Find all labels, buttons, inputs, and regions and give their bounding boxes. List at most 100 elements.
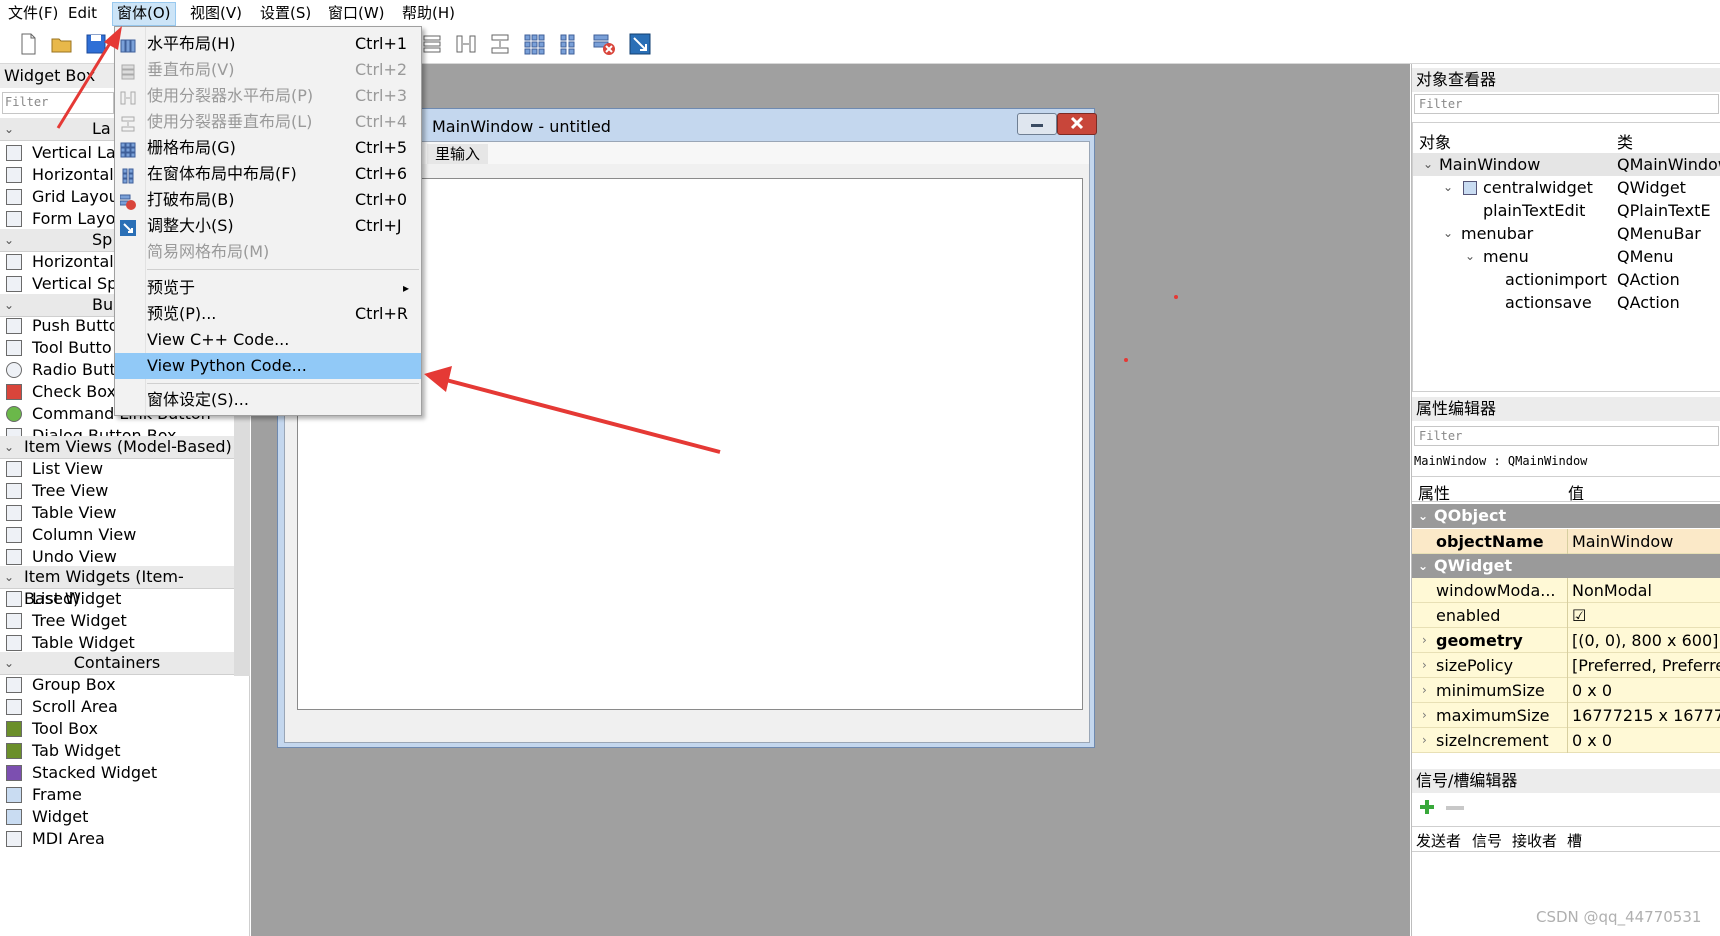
column-object: 对象 <box>1419 133 1452 152</box>
widget-frame[interactable]: Frame <box>0 784 234 806</box>
widget-tree-view[interactable]: Tree View <box>0 480 234 502</box>
layout-splitter-h-icon[interactable] <box>454 32 478 56</box>
menu-edit[interactable]: Edit <box>64 2 101 24</box>
prop-geometry[interactable]: › geometry [(0, 0), 800 x 600] <box>1412 628 1720 653</box>
table-view-icon <box>6 505 22 521</box>
menu-form[interactable]: 窗体(O) <box>112 2 176 26</box>
group-qobject[interactable]: ⌄ QObject <box>1412 504 1720 528</box>
menu-item-form-settings[interactable]: 窗体设定(S)... <box>115 387 421 413</box>
vertical-layout-icon <box>120 62 136 80</box>
stacked-widget-icon <box>6 765 22 781</box>
object-row-menu[interactable]: ⌄ menu QMenu <box>1413 245 1720 268</box>
menu-item-splitter-vertical[interactable]: 使用分裂器垂直布局(L) Ctrl+4 <box>115 109 421 135</box>
tree-view-icon <box>6 483 22 499</box>
prop-enabled[interactable]: enabled ☑ <box>1412 603 1720 628</box>
menu-item-break-layout[interactable]: 打破布局(B) Ctrl+0 <box>115 187 421 213</box>
menu-separator <box>147 269 419 270</box>
prop-windowmodality[interactable]: windowModa... NonModal <box>1412 578 1720 603</box>
object-row-plaintextedit[interactable]: plainTextEdit QPlainTextE <box>1413 199 1720 222</box>
widget-widget[interactable]: Widget <box>0 806 234 828</box>
table-widget-icon <box>6 635 22 651</box>
widget-table-view[interactable]: Table View <box>0 502 234 524</box>
chevron-right-icon[interactable]: › <box>1422 678 1427 703</box>
prop-sizepolicy[interactable]: › sizePolicy [Preferred, Preferred, <box>1412 653 1720 678</box>
prop-maximumsize[interactable]: › maximumSize 16777215 x 16777215 <box>1412 703 1720 728</box>
grid-layout-icon <box>6 189 22 205</box>
menu-item-simple-grid[interactable]: 简易网格布局(M) <box>115 239 421 265</box>
widget-tool-box[interactable]: Tool Box <box>0 718 234 740</box>
column-class: 类 <box>1617 133 1634 152</box>
tab-widget-icon <box>6 743 22 759</box>
chevron-down-icon: ⌄ <box>1443 180 1454 194</box>
object-row-menubar[interactable]: ⌄ menubar QMenuBar <box>1413 222 1720 245</box>
menu-item-splitter-horizontal[interactable]: 使用分裂器水平布局(P) Ctrl+3 <box>115 83 421 109</box>
chevron-right-icon[interactable]: › <box>1422 703 1427 728</box>
undo-view-icon <box>6 549 22 565</box>
chevron-right-icon[interactable]: › <box>1422 653 1427 678</box>
menu-item-view-python-code[interactable]: View Python Code... <box>115 353 421 379</box>
widget-mdi-area[interactable]: MDI Area <box>0 828 234 850</box>
menu-item-adjust-size[interactable]: 调整大小(S) Ctrl+J <box>115 213 421 239</box>
adjust-size-icon[interactable] <box>628 32 652 56</box>
chevron-down-icon: ⌄ <box>4 298 15 312</box>
widget-table-widget[interactable]: Table Widget <box>0 632 234 654</box>
prop-sizeincrement[interactable]: › sizeIncrement 0 x 0 <box>1412 728 1720 753</box>
break-layout-icon[interactable] <box>592 32 616 56</box>
menu-view[interactable]: 视图(V) <box>186 2 246 24</box>
chevron-down-icon: ⌄ <box>4 122 15 136</box>
widget-list-widget[interactable]: List Widget <box>0 588 234 610</box>
open-folder-icon[interactable] <box>50 32 74 56</box>
menu-item-form-layout[interactable]: 在窗体布局中布局(F) Ctrl+6 <box>115 161 421 187</box>
menu-settings[interactable]: 设置(S) <box>256 2 315 24</box>
widget-list-view[interactable]: List View <box>0 458 234 480</box>
chevron-right-icon[interactable]: › <box>1422 728 1427 753</box>
object-row-actionsave[interactable]: actionsave QAction <box>1413 291 1720 314</box>
save-icon[interactable] <box>84 32 108 56</box>
layout-splitter-v-icon[interactable] <box>488 32 512 56</box>
menu-window[interactable]: 窗口(W) <box>324 2 389 24</box>
category-item-widgets[interactable]: ⌄ Item Widgets (Item-Based) <box>0 566 234 608</box>
list-widget-icon <box>6 591 22 607</box>
form-menu-input[interactable]: 里输入 <box>427 144 489 164</box>
widget-column-view[interactable]: Column View <box>0 524 234 546</box>
category-containers[interactable]: ⌄ Containers <box>0 652 234 675</box>
frame-icon <box>6 787 22 803</box>
category-item-views[interactable]: ⌄ Item Views (Model-Based) <box>0 436 234 459</box>
close-button[interactable] <box>1057 113 1097 135</box>
menu-item-preview[interactable]: 预览(P)... Ctrl+R <box>115 301 421 327</box>
widget-scroll-area[interactable]: Scroll Area <box>0 696 234 718</box>
menu-item-vertical-layout[interactable]: 垂直布局(V) Ctrl+2 <box>115 57 421 83</box>
prop-objectname[interactable]: objectName MainWindow <box>1412 529 1720 554</box>
menu-item-view-cpp-code[interactable]: View C++ Code... <box>115 327 421 353</box>
property-editor-filter-input[interactable]: Filter <box>1414 426 1719 446</box>
layout-form-icon[interactable] <box>556 32 580 56</box>
add-connection-icon[interactable] <box>1418 798 1436 816</box>
menu-separator <box>147 383 419 384</box>
menu-item-grid-layout[interactable]: 栅格布局(G) Ctrl+5 <box>115 135 421 161</box>
menu-item-horizontal-layout[interactable]: 水平布局(H) Ctrl+1 <box>115 31 421 57</box>
group-qwidget[interactable]: ⌄ QWidget <box>1412 554 1720 578</box>
object-row-centralwidget[interactable]: ⌄ centralwidget QWidget <box>1413 176 1720 199</box>
new-file-icon[interactable] <box>16 32 40 56</box>
submenu-arrow-icon: ▸ <box>403 281 410 295</box>
object-inspector-filter-input[interactable]: Filter <box>1414 94 1719 114</box>
object-row-mainwindow[interactable]: ⌄ MainWindow QMainWindow <box>1413 153 1720 176</box>
widget-undo-view[interactable]: Undo View <box>0 546 234 568</box>
chevron-right-icon[interactable]: › <box>1422 628 1427 653</box>
widget-tree-widget[interactable]: Tree Widget <box>0 610 234 632</box>
menu-file[interactable]: 文件(F) <box>4 2 62 24</box>
layout-vertical-icon[interactable] <box>420 32 444 56</box>
minimize-button[interactable] <box>1017 113 1057 135</box>
splitter-horizontal-icon <box>120 88 136 105</box>
widget-box-filter-input[interactable]: Filter <box>2 92 114 114</box>
layout-grid-icon[interactable] <box>522 32 546 56</box>
widget-group-box[interactable]: Group Box <box>0 674 234 696</box>
enabled-checkbox[interactable]: ☑ <box>1567 603 1586 628</box>
menu-help[interactable]: 帮助(H) <box>398 2 459 24</box>
widget-tab-widget[interactable]: Tab Widget <box>0 740 234 762</box>
remove-connection-icon[interactable] <box>1446 806 1464 810</box>
object-row-actionimport[interactable]: actionimport QAction <box>1413 268 1720 291</box>
widget-stacked-widget[interactable]: Stacked Widget <box>0 762 234 784</box>
prop-minimumsize[interactable]: › minimumSize 0 x 0 <box>1412 678 1720 703</box>
menu-item-preview-in[interactable]: 预览于 ▸ <box>115 275 421 301</box>
